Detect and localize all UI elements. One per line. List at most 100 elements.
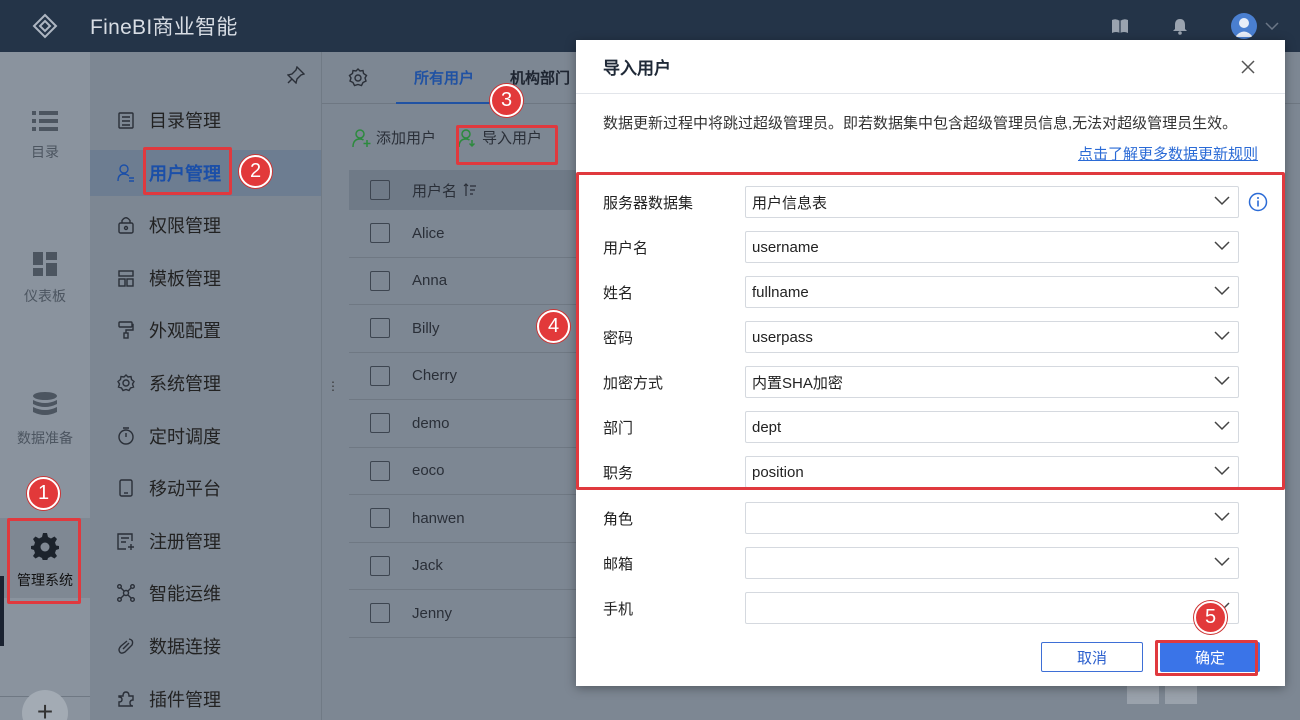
encryption-select[interactable]: 内置SHA加密: [745, 366, 1239, 398]
field-label: 职务: [603, 464, 634, 482]
role-select[interactable]: [745, 502, 1239, 534]
bell-icon[interactable]: [1150, 18, 1210, 35]
nav-item-plugin[interactable]: 插件管理: [90, 676, 321, 720]
select-all-checkbox[interactable]: [370, 180, 390, 200]
database-icon: [33, 392, 57, 415]
rail-label: 仪表板: [24, 288, 66, 304]
username-select[interactable]: username: [745, 231, 1239, 263]
row-checkbox[interactable]: [370, 413, 390, 434]
table-row[interactable]: Cherry: [349, 353, 579, 400]
user-manage-icon: [117, 164, 135, 182]
dialog-title: 导入用户: [576, 40, 1285, 94]
email-select[interactable]: [745, 547, 1239, 579]
table-row[interactable]: Jack: [349, 543, 579, 590]
field-label: 角色: [603, 510, 634, 528]
rail-item-admin[interactable]: 管理系统: [0, 518, 90, 598]
row-checkbox[interactable]: [370, 460, 390, 481]
nav-item-system[interactable]: 系统管理: [90, 360, 321, 406]
chevron-down-icon: [1214, 512, 1230, 522]
table-row[interactable]: Alice: [349, 210, 579, 258]
row-checkbox[interactable]: [370, 365, 390, 386]
chevron-down-icon: [1214, 557, 1230, 567]
register-icon: [117, 532, 135, 550]
nav-item-catalog[interactable]: 目录管理: [90, 97, 321, 143]
settings-icon[interactable]: [348, 67, 368, 88]
template-icon: [117, 269, 135, 287]
callout-badge-5: 5: [1194, 601, 1227, 634]
field-row-email: 邮箱: [603, 547, 1243, 579]
resize-handle[interactable]: ⋮: [327, 379, 339, 393]
nav-item-ops[interactable]: 智能运维: [90, 570, 321, 616]
avatar[interactable]: [1231, 13, 1257, 39]
user-toolbar: 添加用户 导入用户: [352, 127, 542, 148]
nav-item-schedule[interactable]: 定时调度: [90, 413, 321, 459]
pin-icon[interactable]: [286, 65, 306, 89]
rail-item-catalog[interactable]: 目录: [0, 110, 90, 162]
book-icon[interactable]: [1090, 18, 1150, 34]
nav-item-connection[interactable]: 数据连接: [90, 623, 321, 669]
table-row[interactable]: Anna: [349, 258, 579, 305]
pager-next[interactable]: [1165, 686, 1197, 704]
add-user-button[interactable]: 添加用户: [352, 127, 436, 148]
row-checkbox[interactable]: [370, 270, 390, 291]
chevron-down-icon[interactable]: [1265, 22, 1279, 30]
lock-icon: [117, 216, 135, 234]
row-checkbox[interactable]: [370, 603, 390, 624]
timer-icon: [117, 427, 135, 445]
table-row[interactable]: Jenny: [349, 590, 579, 638]
fullname-select[interactable]: fullname: [745, 276, 1239, 308]
app-title: FineBI商业智能: [90, 16, 238, 39]
field-label: 邮箱: [603, 555, 634, 573]
field-label: 密码: [603, 329, 634, 347]
pager-prev[interactable]: [1127, 686, 1159, 704]
row-checkbox[interactable]: [370, 223, 390, 244]
row-checkbox[interactable]: [370, 318, 390, 339]
callout-badge-4: 4: [537, 310, 570, 343]
table-row[interactable]: demo: [349, 400, 579, 448]
close-icon[interactable]: [1239, 58, 1257, 76]
field-label: 手机: [603, 600, 634, 618]
cancel-button[interactable]: 取消: [1041, 642, 1143, 672]
paint-icon: [117, 321, 135, 339]
import-user-icon: [458, 128, 476, 147]
nav-item-register[interactable]: 注册管理: [90, 518, 321, 564]
dataset-select[interactable]: 用户信息表: [745, 186, 1268, 218]
nav-item-permission[interactable]: 权限管理: [90, 202, 321, 248]
chevron-down-icon: [1214, 286, 1230, 296]
department-select[interactable]: dept: [745, 411, 1239, 443]
field-row-encryption: 加密方式 内置SHA加密: [603, 366, 1243, 398]
info-icon[interactable]: [1248, 192, 1268, 212]
table-row[interactable]: eoco: [349, 448, 579, 495]
nav-item-appearance[interactable]: 外观配置: [90, 307, 321, 353]
tab-all-users[interactable]: 所有用户: [395, 52, 493, 104]
logo-icon[interactable]: [0, 0, 90, 52]
field-label: 加密方式: [603, 374, 664, 392]
mobile-icon: [117, 479, 135, 497]
confirm-button[interactable]: 确定: [1160, 642, 1260, 672]
user-menu[interactable]: [1210, 13, 1300, 39]
row-checkbox[interactable]: [370, 508, 390, 529]
password-select[interactable]: userpass: [745, 321, 1239, 353]
update-rules-link[interactable]: 点击了解更多数据更新规则: [1078, 143, 1258, 164]
field-row-position: 职务 position: [603, 456, 1243, 488]
nav-item-user-manage[interactable]: 用户管理: [90, 150, 321, 196]
rail-item-data-prep[interactable]: 数据准备: [0, 392, 90, 448]
row-checkbox[interactable]: [370, 555, 390, 576]
left-rail: 目录 仪表板 数据准备 管理系统: [0, 52, 90, 720]
callout-badge-1: 1: [27, 477, 60, 510]
gear-icon: [117, 374, 135, 392]
import-user-button[interactable]: 导入用户: [458, 127, 542, 148]
nav-item-mobile[interactable]: 移动平台: [90, 465, 321, 511]
field-row-department: 部门 dept: [603, 411, 1243, 443]
rail-active-marker: [0, 576, 4, 646]
table-row[interactable]: hanwen: [349, 495, 579, 543]
sort-icon[interactable]: [463, 183, 477, 197]
rail-label: 目录: [31, 144, 59, 160]
position-select[interactable]: position: [745, 456, 1239, 488]
chevron-down-icon: [1214, 376, 1230, 386]
phone-select[interactable]: [745, 592, 1239, 624]
chevron-down-icon: [1214, 241, 1230, 251]
nav-item-template[interactable]: 模板管理: [90, 255, 321, 301]
rail-item-dashboard[interactable]: 仪表板: [0, 252, 90, 306]
import-user-dialog: 导入用户 数据更新过程中将跳过超级管理员。即若数据集中包含超级管理员信息,无法对…: [576, 40, 1285, 686]
